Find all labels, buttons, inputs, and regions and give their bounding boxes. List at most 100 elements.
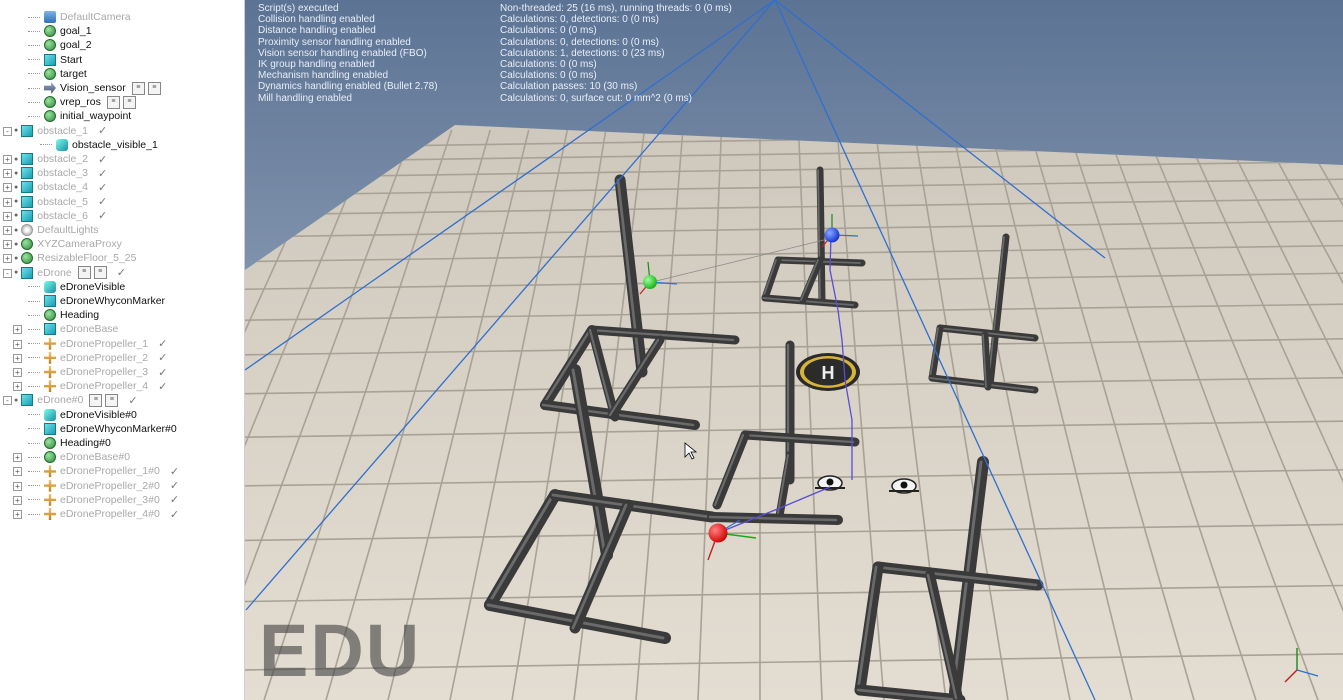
expand-toggle[interactable]: + (13, 510, 22, 519)
tree-item[interactable]: eDronePropeller_3#0 ✓ (28, 493, 179, 507)
tree-item[interactable]: Heading (28, 308, 99, 322)
model-check-icon[interactable]: ✓ (98, 167, 107, 180)
script-icon[interactable]: ≡ (105, 393, 119, 407)
tree-item[interactable]: ● obstacle_4 ✓ (14, 180, 107, 194)
tree-item[interactable]: ● ResizableFloor_5_25 (14, 251, 136, 265)
dummy-icon (44, 96, 56, 109)
tree-item[interactable]: eDronePropeller_1#0 ✓ (28, 464, 179, 478)
tree-item[interactable]: eDroneBase (28, 322, 118, 336)
expand-toggle[interactable]: + (13, 382, 22, 392)
tree-item[interactable]: eDroneWhyconMarker (28, 294, 165, 308)
tree-item[interactable]: vrep_ros ≡ ≡ (28, 95, 136, 109)
expand-toggle[interactable]: + (3, 183, 12, 193)
tree-item[interactable]: eDronePropeller_4#0 ✓ (28, 507, 179, 521)
model-check-icon[interactable]: ✓ (98, 181, 107, 194)
tree-item[interactable]: ● XYZCameraProxy (14, 237, 122, 251)
tree-item[interactable]: ● obstacle_1 ✓ (14, 124, 107, 138)
model-check-icon[interactable]: ✓ (158, 351, 167, 364)
model-check-icon[interactable]: ✓ (158, 337, 167, 350)
model-check-icon[interactable]: ✓ (170, 465, 179, 478)
expand-toggle[interactable]: + (13, 453, 22, 463)
tree-item[interactable]: goal_1 (28, 24, 92, 38)
info-row: Mechanism handling enabled Calculations: … (258, 70, 597, 81)
tree-item[interactable]: Start (28, 53, 82, 67)
expand-toggle[interactable]: + (13, 339, 22, 349)
tree-item[interactable]: eDroneVisible#0 (28, 408, 137, 422)
expand-toggle[interactable]: + (3, 254, 12, 264)
expand-toggle[interactable]: + (3, 240, 12, 250)
tree-item[interactable]: target (28, 67, 87, 81)
tree-connector (28, 44, 40, 46)
expand-toggle[interactable]: - (3, 126, 12, 136)
cube-icon (21, 195, 34, 208)
expand-toggle[interactable]: + (3, 155, 12, 164)
tree-item[interactable]: DefaultCamera (28, 10, 131, 24)
script-icon[interactable]: ≡ (122, 95, 136, 109)
tree-item[interactable]: eDronePropeller_2#0 ✓ (28, 479, 179, 493)
tree-item[interactable]: ● DefaultLights (14, 223, 99, 237)
info-label: Vision sensor handling enabled (FBO) (258, 47, 427, 59)
model-check-icon[interactable]: ✓ (158, 366, 167, 379)
script-icon[interactable]: ≡ (77, 266, 91, 280)
shape-icon (56, 138, 68, 151)
tree-item[interactable]: eDronePropeller_2 ✓ (28, 351, 167, 365)
tree-connector (28, 328, 40, 330)
tree-item[interactable]: ● obstacle_5 ✓ (14, 195, 107, 209)
tree-item[interactable]: Vision_sensor ≡ ≡ (28, 81, 161, 95)
tree-item[interactable]: ● eDrone#0 ≡ ≡ ✓ (14, 393, 138, 407)
tree-item[interactable]: ● obstacle_2 ✓ (14, 152, 107, 166)
expand-toggle[interactable]: + (3, 211, 12, 221)
expand-toggle[interactable]: + (13, 467, 22, 477)
model-check-icon[interactable]: ✓ (170, 508, 179, 521)
model-check-icon[interactable]: ✓ (170, 479, 179, 492)
expand-toggle[interactable]: + (3, 197, 12, 207)
expand-toggle[interactable]: + (13, 325, 22, 335)
expand-toggle[interactable]: - (3, 268, 12, 278)
tree-connector (28, 300, 40, 302)
tree-item-label: eDroneVisible#0 (60, 408, 137, 421)
expand-toggle[interactable]: + (3, 169, 12, 179)
expand-toggle[interactable]: - (3, 396, 12, 406)
expand-toggle[interactable]: + (13, 368, 22, 377)
tree-item[interactable]: eDronePropeller_1 ✓ (28, 337, 167, 351)
tree-item[interactable]: eDronePropeller_4 ✓ (28, 379, 167, 393)
tree-item[interactable]: obstacle_visible_1 (40, 138, 158, 152)
scene-3d-view[interactable]: H (245, 0, 1343, 700)
tree-item[interactable]: ● obstacle_6 ✓ (14, 209, 107, 223)
expand-toggle[interactable]: + (13, 353, 22, 363)
tree-item[interactable]: goal_2 (28, 38, 92, 52)
tree-item[interactable]: eDronePropeller_3 ✓ (28, 365, 167, 379)
script-icon[interactable]: ≡ (147, 81, 161, 95)
model-check-icon[interactable]: ✓ (98, 124, 107, 137)
script-icon[interactable]: ≡ (106, 95, 120, 109)
tree-item[interactable]: ● eDrone ≡ ≡ ✓ (14, 266, 126, 280)
tree-item[interactable]: eDroneVisible (28, 280, 125, 294)
tree-item[interactable]: Heading#0 (28, 436, 111, 450)
model-check-icon[interactable]: ✓ (98, 153, 107, 166)
tree-item[interactable]: eDroneWhyconMarker#0 (28, 422, 177, 436)
tree-item[interactable]: initial_waypoint (28, 109, 131, 123)
script-icon[interactable]: ≡ (93, 266, 107, 280)
model-check-icon[interactable]: ✓ (117, 266, 126, 279)
model-check-icon[interactable]: ✓ (170, 493, 179, 506)
expand-toggle[interactable]: + (13, 481, 22, 491)
expand-toggle[interactable]: + (3, 226, 12, 235)
tree-item-label: vrep_ros (60, 96, 101, 109)
script-icon[interactable]: ≡ (89, 393, 103, 407)
model-check-icon[interactable]: ✓ (98, 195, 107, 208)
tree-connector (28, 385, 40, 387)
tree-item-label: ResizableFloor_5_25 (37, 252, 137, 265)
tree-item[interactable]: ● obstacle_3 ✓ (14, 166, 107, 180)
script-icon[interactable]: ≡ (131, 81, 145, 95)
model-check-icon[interactable]: ✓ (98, 209, 107, 222)
scene-viewport[interactable]: H (245, 0, 1343, 700)
info-row: Mill handling enabled Calculations: 0, su… (258, 93, 692, 104)
model-check-icon[interactable]: ✓ (128, 394, 137, 407)
visibility-dot-icon: ● (14, 212, 19, 220)
expand-toggle[interactable]: + (13, 495, 22, 505)
model-check-icon[interactable]: ✓ (158, 380, 167, 393)
tree-item[interactable]: eDroneBase#0 (28, 450, 130, 464)
tree-item-label: eDronePropeller_3#0 (60, 493, 160, 506)
tree-item-label: obstacle_visible_1 (72, 138, 158, 151)
tree-item-label: eDrone#0 (37, 394, 84, 407)
